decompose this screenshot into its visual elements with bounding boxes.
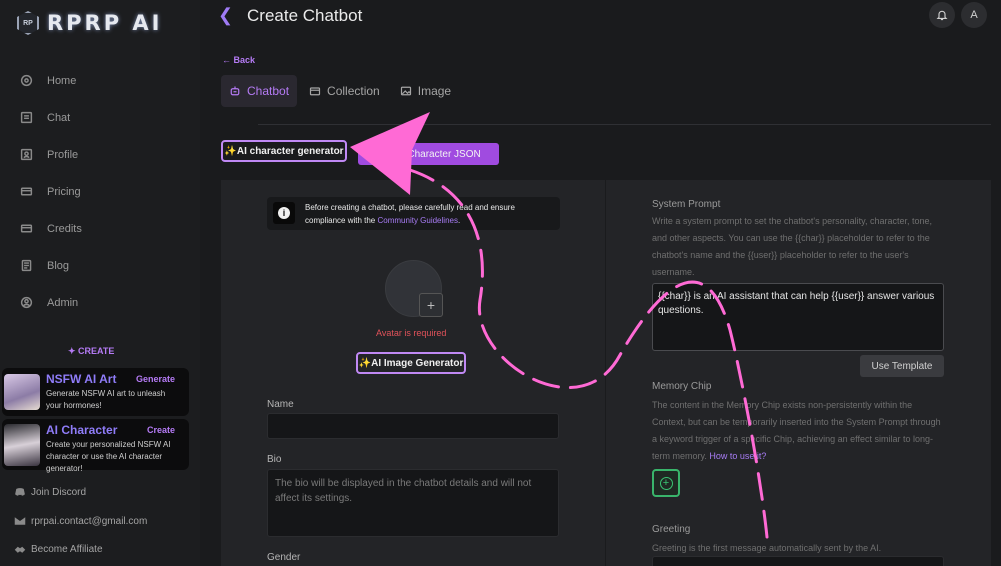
chatbot-form-left: i Before creating a chatbot, please care… <box>221 180 605 566</box>
join-discord-link[interactable]: Join Discord <box>14 486 86 498</box>
promo-thumbnail <box>4 374 40 410</box>
memory-chip-label: Memory Chip <box>652 381 712 392</box>
sidebar-item-label: Credits <box>47 222 82 235</box>
tab-label: Image <box>417 84 452 98</box>
sidebar-item-admin[interactable]: Admin <box>20 284 82 321</box>
sidebar-item-label: Admin <box>47 296 79 309</box>
tab-chatbot[interactable]: Chatbot <box>221 75 298 107</box>
pricing-icon <box>20 187 33 196</box>
discord-icon <box>15 488 25 496</box>
notification-button[interactable] <box>929 2 955 28</box>
name-input[interactable] <box>267 413 559 439</box>
promo-description: Generate NSFW AI art to unleash your hor… <box>46 389 166 410</box>
system-prompt-textarea[interactable]: {{char}} is an AI assistant that can hel… <box>652 283 944 351</box>
info-icon: i <box>273 202 295 224</box>
gender-label: Gender <box>267 552 301 563</box>
blog-icon <box>21 259 32 272</box>
tab-divider <box>258 124 991 125</box>
image-icon <box>400 86 411 96</box>
ai-character-generator-button[interactable]: ✨AI character generator <box>221 140 347 162</box>
sidebar-item-label: Blog <box>47 259 70 272</box>
tab-label: Collection <box>327 84 380 98</box>
logo[interactable]: RP RPRP AI <box>17 9 163 37</box>
greeting-textarea[interactable] <box>652 556 944 566</box>
promo-generate-link[interactable]: Generate <box>136 374 175 384</box>
footer-link-label: rprpai.contact@gmail.com <box>31 515 148 527</box>
name-label: Name <box>267 399 294 410</box>
sidebar-item-pricing[interactable]: Pricing <box>20 173 82 210</box>
logo-mark: RP <box>17 11 39 35</box>
credits-icon <box>20 224 33 233</box>
sidebar-nav: Home Chat Profile Pricing Credits Blog A… <box>20 62 82 321</box>
promo-thumbnail <box>4 423 40 466</box>
create-section-label: ✦ CREATE <box>68 346 115 356</box>
promo-body: AI Character Create Create your personal… <box>46 421 189 473</box>
handshake-icon <box>14 546 26 553</box>
back-link[interactable]: ← Back <box>222 55 255 65</box>
user-avatar-button[interactable]: A <box>961 2 987 28</box>
sidebar-item-label: Pricing <box>47 185 81 198</box>
promo-title: AI Character <box>46 422 118 437</box>
folder-icon <box>309 87 321 96</box>
tab-image[interactable]: Image <box>392 75 459 107</box>
community-guidelines-link[interactable]: Community Guidelines <box>377 216 457 225</box>
avatar-error-message: Avatar is required <box>376 328 447 338</box>
sidebar-item-credits[interactable]: Credits <box>20 210 82 247</box>
logo-text: RPRP AI <box>47 11 163 35</box>
contact-email-link[interactable]: rprpai.contact@gmail.com <box>14 515 147 527</box>
ai-image-generator-button[interactable]: ✨AI Image Generator <box>356 352 466 374</box>
system-prompt-label: System Prompt <box>652 199 721 210</box>
page-title: Create Chatbot <box>247 6 363 25</box>
plus-circle-icon: + <box>659 476 673 490</box>
tab-collection[interactable]: Collection <box>301 75 388 107</box>
notice-suffix: . <box>457 216 461 225</box>
memory-chip-help-text: The content in the Memory Chip exists no… <box>652 400 941 461</box>
sidebar-item-label: Chat <box>47 111 71 124</box>
promo-body: NSFW AI Art Generate Generate NSFW AI ar… <box>46 370 189 414</box>
admin-icon <box>20 296 33 309</box>
sidebar: RP RPRP AI Home Chat Profile Pricing Cre… <box>0 0 200 566</box>
footer-link-label: Become Affiliate <box>31 543 103 555</box>
footer-link-label: Join Discord <box>31 486 87 498</box>
promo-title: NSFW AI Art <box>46 372 117 386</box>
sidebar-item-chat[interactable]: Chat <box>20 99 82 136</box>
sidebar-item-label: Home <box>47 74 77 87</box>
promo-nsfw-ai-art[interactable]: NSFW AI Art Generate Generate NSFW AI ar… <box>2 368 189 416</box>
promo-create-link[interactable]: Create <box>147 425 175 435</box>
bell-icon <box>936 10 948 21</box>
bio-placeholder: The bio will be displayed in the chatbot… <box>275 478 532 504</box>
import-character-json-button[interactable]: Import Character JSON <box>358 143 499 165</box>
guidelines-notice: i Before creating a chatbot, please care… <box>267 197 560 230</box>
sidebar-item-home[interactable]: Home <box>20 62 82 99</box>
add-avatar-button[interactable]: + <box>419 293 443 317</box>
chatbot-form-right: System Prompt Write a system prompt to s… <box>606 180 991 566</box>
chat-icon <box>20 111 33 124</box>
notice-text: Before creating a chatbot, please carefu… <box>305 201 555 227</box>
bio-label: Bio <box>267 454 282 465</box>
sidebar-item-blog[interactable]: Blog <box>20 247 82 284</box>
app-root: RP RPRP AI Home Chat Profile Pricing Cre… <box>0 0 1001 566</box>
robot-icon <box>230 86 240 96</box>
back-chevron-icon[interactable]: ❮ <box>218 5 233 26</box>
promo-description: Create your personalized NSFW AI charact… <box>46 439 171 473</box>
tab-bar: Chatbot Collection Image <box>221 75 463 107</box>
bio-textarea[interactable]: The bio will be displayed in the chatbot… <box>267 469 559 537</box>
become-affiliate-link[interactable]: Become Affiliate <box>14 543 103 555</box>
how-to-use-link[interactable]: How to use it? <box>709 451 766 461</box>
profile-icon <box>20 148 33 161</box>
home-icon <box>20 74 33 87</box>
system-prompt-help: Write a system prompt to set the chatbot… <box>652 216 933 277</box>
mail-icon <box>14 517 26 525</box>
promo-ai-character[interactable]: AI Character Create Create your personal… <box>2 419 189 473</box>
tab-label: Chatbot <box>247 84 290 98</box>
sidebar-item-profile[interactable]: Profile <box>20 136 82 173</box>
sidebar-item-label: Profile <box>47 148 79 161</box>
greeting-label: Greeting <box>652 524 691 535</box>
add-memory-chip-button[interactable]: + <box>652 469 680 497</box>
memory-chip-help: The content in the Memory Chip exists no… <box>652 397 944 465</box>
greeting-help: Greeting is the first message automatica… <box>652 543 882 553</box>
use-template-button[interactable]: Use Template <box>860 355 944 377</box>
